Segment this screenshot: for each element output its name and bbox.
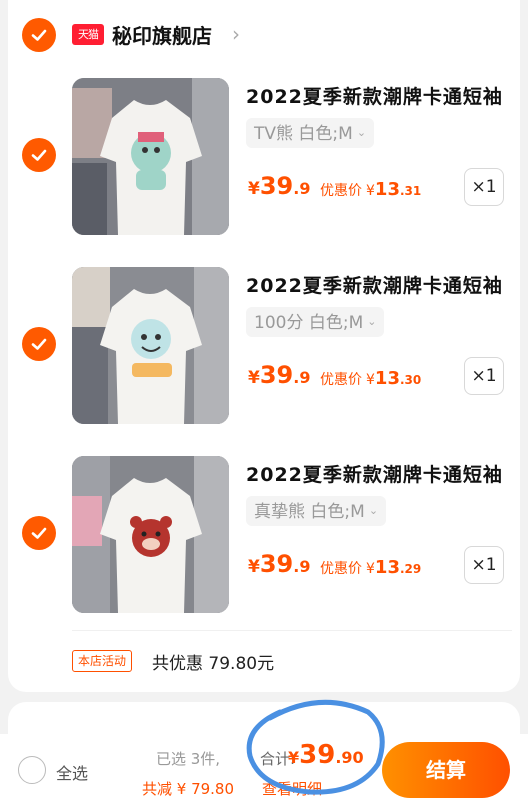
store-activity-text: 共优惠 79.80元 <box>152 654 275 674</box>
cart-item: 2022夏季新款潮牌卡通短袖 真挚熊 白色;M ⌄ ¥39.9 优惠价 ¥13.29… <box>0 456 528 616</box>
discount-text: 共减 ¥ 79.80 <box>142 780 235 798</box>
product-image[interactable] <box>72 78 229 235</box>
total-int: 39 <box>299 740 336 770</box>
product-title[interactable]: 2022夏季新款潮牌卡通短袖 <box>246 271 503 298</box>
promo-currency: ¥ <box>366 372 375 388</box>
chevron-down-icon: ⌄ <box>367 315 377 328</box>
total-currency: ¥ <box>288 748 300 767</box>
product-image[interactable] <box>72 267 229 424</box>
price-dec: .9 <box>293 179 311 198</box>
sku-label: TV熊 白色;M <box>254 124 353 144</box>
promo-label: 优惠价 <box>320 372 362 388</box>
promo-currency: ¥ <box>366 561 375 577</box>
product-image[interactable] <box>72 456 229 613</box>
promo-dec: .29 <box>399 562 422 576</box>
promo-int: 13 <box>374 557 400 578</box>
price-int: 39 <box>259 361 294 389</box>
selected-count: 已选 3件, <box>156 750 221 768</box>
item-check-icon[interactable] <box>22 516 56 550</box>
sku-selector[interactable]: 真挚熊 白色;M ⌄ <box>246 496 387 526</box>
total-dec: .90 <box>335 748 364 767</box>
chevron-down-icon: ⌄ <box>368 504 379 517</box>
quantity-button[interactable]: ×1 <box>464 357 504 395</box>
price: ¥39.9 <box>248 361 310 389</box>
promo-price: 优惠价 ¥13.30 <box>320 368 421 389</box>
cart-item: 2022夏季新款潮牌卡通短袖 TV熊 白色;M ⌄ ¥39.9 优惠价 ¥13.31… <box>0 78 528 238</box>
product-title[interactable]: 2022夏季新款潮牌卡通短袖 <box>246 82 503 109</box>
sku-selector[interactable]: TV熊 白色;M ⌄ <box>246 118 375 148</box>
promo-price: 优惠价 ¥13.31 <box>320 179 421 200</box>
price-int: 39 <box>259 550 294 578</box>
price-currency: ¥ <box>248 179 260 199</box>
promo-int: 13 <box>374 368 400 389</box>
price: ¥39.9 <box>248 172 310 200</box>
promo-label: 优惠价 <box>320 183 362 199</box>
store-activity-tag: 本店活动 <box>72 650 133 672</box>
cart-item: 2022夏季新款潮牌卡通短袖 100分 白色;M ⌄ ¥39.9 优惠价 ¥13.3… <box>0 267 528 427</box>
sku-label: 100分 白色;M <box>254 313 364 333</box>
promo-currency: ¥ <box>366 183 375 199</box>
price-dec: .9 <box>293 368 311 387</box>
select-all-label[interactable]: 全选 <box>56 760 88 784</box>
quantity-button[interactable]: ×1 <box>464 546 504 584</box>
divider <box>72 630 512 631</box>
promo-int: 13 <box>374 179 400 200</box>
promo-dec: .31 <box>399 184 422 198</box>
price: ¥39.9 <box>248 550 310 578</box>
item-check-icon[interactable] <box>22 138 56 172</box>
product-title[interactable]: 2022夏季新款潮牌卡通短袖 <box>246 460 503 487</box>
tmall-badge: 天猫 <box>72 24 104 45</box>
price-int: 39 <box>259 172 294 200</box>
sku-label: 真挚熊 白色;M <box>254 502 365 522</box>
store-check-icon[interactable] <box>22 18 56 52</box>
promo-price: 优惠价 ¥13.29 <box>320 557 421 578</box>
price-dec: .9 <box>293 557 311 576</box>
price-currency: ¥ <box>248 557 260 577</box>
price-currency: ¥ <box>248 368 260 388</box>
promo-label: 优惠价 <box>320 561 362 577</box>
store-name[interactable]: 秘印旗舰店 <box>112 20 212 49</box>
sku-selector[interactable]: 100分 白色;M ⌄ <box>246 307 385 337</box>
total-price: ¥39.90 <box>288 740 364 770</box>
view-detail-link[interactable]: 查看明细 <box>262 778 322 799</box>
quantity-button[interactable]: ×1 <box>464 168 504 206</box>
chevron-down-icon: ⌄ <box>356 126 367 139</box>
chevron-right-icon[interactable]: › <box>232 22 240 46</box>
select-all-radio-icon[interactable] <box>18 756 46 784</box>
promo-dec: .30 <box>399 373 422 387</box>
item-check-icon[interactable] <box>22 327 56 361</box>
checkout-button[interactable]: 结算 <box>382 742 510 798</box>
